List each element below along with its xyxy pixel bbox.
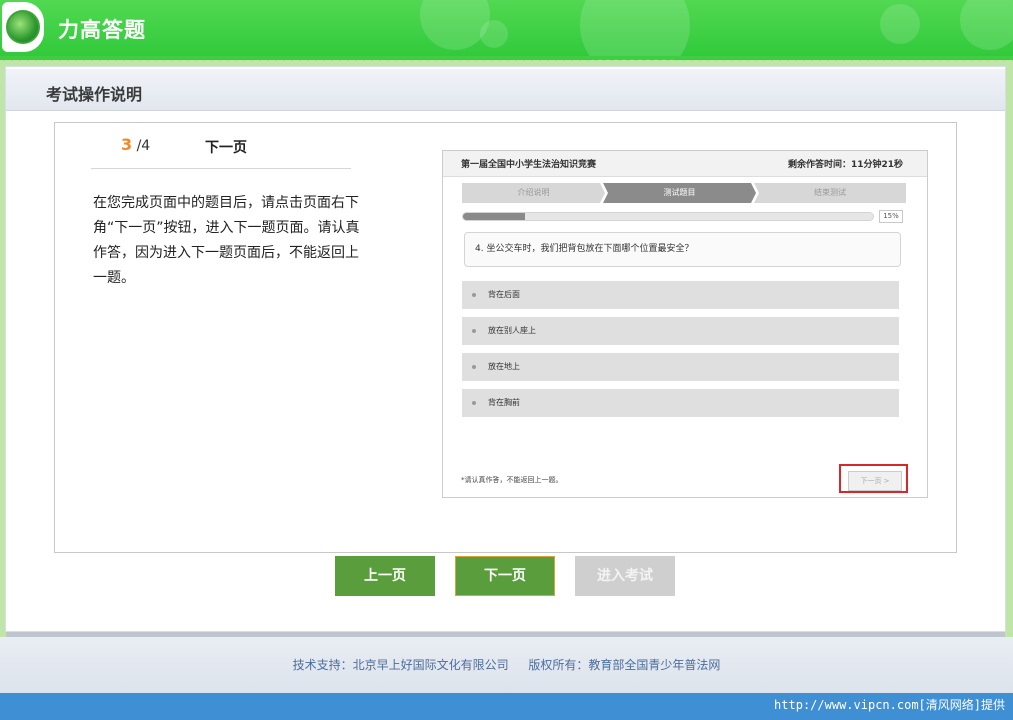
enter-exam-button[interactable]: 进入考试 [575, 556, 675, 596]
instruction-content-box: 3 /4 下一页 在您完成页面中的题目后，请点击页面右下角“下一页”按钮，进入下… [54, 122, 957, 553]
divider [91, 168, 351, 169]
preview-option-label: 背在胸前 [488, 398, 520, 407]
bottom-bar: http://www.vipcn.com[清风网络]提供 [0, 693, 1013, 720]
preview-question: 4. 坐公交车时，我们把背包放在下面哪个位置最安全？ [464, 232, 901, 267]
footer-copyright: 版权所有：教育部全国青少年普法网 [528, 658, 721, 672]
prev-page-button[interactable]: 上一页 [335, 556, 435, 596]
preview-option: 放在别人座上 [462, 317, 899, 345]
step-current: 3 [121, 135, 133, 154]
watermark-text: http://www.vipcn.com[清风网络]提供 [774, 698, 1005, 712]
step-indicator: 3 /4 [121, 135, 150, 154]
exam-preview-image: 第一届全国中小学生法治知识竞赛 剩余作答时间：11分钟21秒 介绍说明 测试题目… [442, 150, 928, 498]
preview-option-label: 放在别人座上 [488, 326, 536, 335]
preview-step-intro: 介绍说明 [462, 183, 605, 203]
preview-step-tabs: 介绍说明 测试题目 结束测试 [462, 183, 906, 203]
bullet-icon [472, 329, 476, 333]
app-logo [2, 2, 44, 52]
instruction-text: 在您完成页面中的题目后，请点击页面右下角“下一页”按钮，进入下一题页面。请认真作… [93, 195, 360, 286]
preview-progress-fill [463, 213, 525, 220]
section-header: 考试操作说明 [6, 69, 1005, 111]
next-page-button[interactable]: 下一页 [455, 556, 555, 596]
app-header: 力高答题 [0, 0, 1013, 60]
preview-option: 放在地上 [462, 353, 899, 381]
preview-option: 背在后面 [462, 281, 899, 309]
bullet-icon [472, 365, 476, 369]
preview-step-finish: 结束测试 [754, 183, 906, 203]
section-title: 考试操作说明 [46, 85, 143, 104]
bullet-icon [472, 293, 476, 297]
preview-option-label: 背在后面 [488, 290, 520, 299]
preview-progress-percent: 15% [879, 210, 903, 223]
header-wave-divider [0, 56, 1013, 64]
preview-option: 背在胸前 [462, 389, 899, 417]
main-panel: 考试操作说明 3 /4 下一页 在您完成页面中的题目后，请点击页面右下角“下一页… [5, 66, 1006, 632]
step-next-label: 下一页 [205, 140, 247, 156]
bullet-icon [472, 401, 476, 405]
preview-note: *请认真作答，不能返回上一题。 [461, 476, 563, 484]
footer-text: 技术支持：北京早上好国际文化有限公司 版权所有：教育部全国青少年普法网 [0, 656, 1013, 673]
preview-exam-title: 第一届全国中小学生法治知识竞赛 [461, 160, 597, 170]
footer-support: 技术支持：北京早上好国际文化有限公司 [292, 658, 509, 672]
page-footer: 技术支持：北京早上好国际文化有限公司 版权所有：教育部全国青少年普法网 [0, 637, 1013, 693]
step-total: /4 [136, 138, 151, 154]
logo-emblem-icon [6, 10, 40, 44]
preview-option-label: 放在地上 [488, 362, 520, 371]
preview-step-questions: 测试题目 [603, 183, 756, 203]
preview-timer: 剩余作答时间：11分钟21秒 [787, 160, 903, 170]
highlight-box [839, 464, 908, 493]
app-title: 力高答题 [58, 18, 146, 42]
preview-topbar: 第一届全国中小学生法治知识竞赛 剩余作答时间：11分钟21秒 [443, 151, 927, 177]
preview-progress-bar [462, 212, 874, 221]
